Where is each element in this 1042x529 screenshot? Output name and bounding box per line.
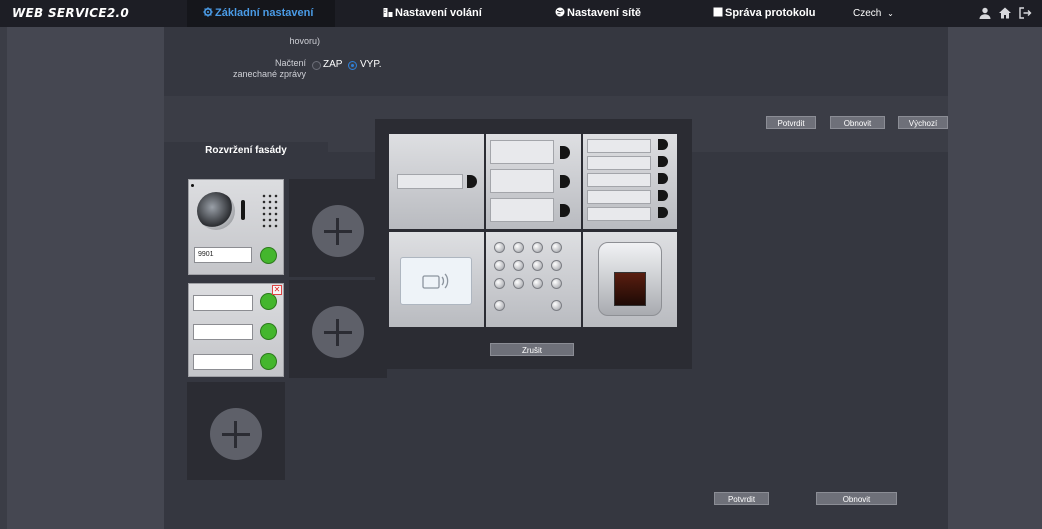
keypad-key: [494, 260, 505, 271]
button-icon: [560, 204, 570, 217]
name-slot: [587, 190, 651, 204]
keypad-key: [494, 300, 505, 311]
tab-facade-layout[interactable]: Rozvržení fasády: [164, 142, 328, 159]
keypad-key: [494, 278, 505, 289]
rfid-icon: [422, 273, 449, 289]
plus-icon: [210, 408, 262, 460]
keypad-key: [551, 260, 562, 271]
name-slot: [397, 174, 463, 189]
fingerprint-sensor-icon: [614, 272, 646, 306]
button-icon: [560, 146, 570, 159]
name-slot: [587, 156, 651, 170]
refresh-button-bottom[interactable]: Obnovit: [816, 492, 897, 505]
radio-off-label: VYP.: [360, 59, 382, 70]
logout-icon[interactable]: [1018, 6, 1032, 20]
keypad-key: [532, 242, 543, 253]
option-keypad-module[interactable]: [486, 232, 581, 327]
nav-label: Nastavení sítě: [567, 7, 641, 19]
button-icon: [467, 175, 477, 188]
name-slot: [587, 207, 651, 221]
indicator-dot: [191, 184, 194, 187]
cancel-button[interactable]: Zrušit: [490, 343, 574, 356]
refresh-button-top[interactable]: Obnovit: [830, 116, 885, 129]
nav-label: Nastavení volání: [395, 7, 482, 19]
message-playback-label: Načtení zanechané zprávy: [232, 58, 306, 79]
button-icon: [658, 173, 668, 184]
confirm-button-top[interactable]: Potvrdit: [766, 116, 816, 129]
nav-basic-settings[interactable]: Základní nastavení: [203, 0, 313, 27]
keypad-key: [494, 242, 505, 253]
keypad-key: [513, 242, 524, 253]
option-three-button-module[interactable]: [486, 134, 581, 229]
plus-icon: [312, 306, 364, 358]
building-icon: [383, 8, 393, 17]
button-icon: [658, 207, 668, 218]
default-button-top[interactable]: Výchozí: [898, 116, 948, 129]
call-button-led-3[interactable]: [260, 353, 277, 370]
module-picker-popup: Zrušit: [375, 119, 692, 369]
keypad-key: [551, 300, 562, 311]
option-single-button-module[interactable]: [389, 134, 484, 229]
keypad-key: [551, 242, 562, 253]
close-icon[interactable]: ✕: [272, 285, 282, 295]
name-slot: [490, 198, 554, 222]
add-module-tile-2[interactable]: [289, 280, 387, 378]
truncated-label: hovoru): [289, 36, 320, 46]
camera-lens-icon: [197, 192, 235, 230]
nav-network-settings[interactable]: Nastavení sítě: [555, 0, 641, 27]
nav-protocol-management[interactable]: Správa protokolu: [713, 0, 815, 27]
name-slot: [490, 169, 554, 193]
document-icon: [713, 7, 723, 17]
radio-on-label: ZAP: [323, 59, 343, 70]
app-logo: WEB SERVICE2.0: [12, 6, 130, 20]
room-number-field[interactable]: 9901: [194, 247, 252, 263]
confirm-button-bottom[interactable]: Potvrdit: [714, 492, 769, 505]
name-slot: [490, 140, 554, 164]
radio-off[interactable]: [348, 61, 357, 70]
globe-icon: [555, 7, 565, 17]
keypad-key: [551, 278, 562, 289]
left-gutter: [7, 27, 164, 529]
nav-label: Správa protokolu: [725, 7, 816, 19]
keypad-key: [513, 278, 524, 289]
add-module-tile-1[interactable]: [289, 179, 387, 277]
camera-slot: [241, 200, 245, 220]
keypad-key: [532, 278, 543, 289]
nav-label: Základní nastavení: [215, 7, 314, 19]
top-navigation-bar: WEB SERVICE2.0 Základní nastavení Nastav…: [0, 0, 1042, 27]
option-five-button-module[interactable]: [583, 134, 677, 229]
gear-icon: [203, 7, 213, 17]
call-button-led-1[interactable]: [260, 293, 277, 310]
plus-icon: [312, 205, 364, 257]
button-module[interactable]: [188, 283, 284, 377]
call-button-led-2[interactable]: [260, 323, 277, 340]
add-module-tile-3[interactable]: [187, 382, 285, 480]
settings-panel: hovoru) Načtení zanechané zprávy ZAP VYP…: [164, 27, 948, 96]
right-gutter: [948, 27, 1042, 529]
keypad-key: [532, 260, 543, 271]
name-slot-1[interactable]: [193, 295, 253, 311]
button-icon: [658, 139, 668, 150]
language-select[interactable]: Czech ⌄: [853, 0, 894, 27]
option-card-reader-module[interactable]: [389, 232, 484, 327]
name-slot-2[interactable]: [193, 324, 253, 340]
name-slot-3[interactable]: [193, 354, 253, 370]
home-icon[interactable]: [998, 6, 1012, 20]
speaker-grille-icon: [261, 193, 279, 229]
name-slot: [587, 173, 651, 187]
call-button-led[interactable]: [260, 247, 277, 264]
nav-call-settings[interactable]: Nastavení volání: [383, 0, 482, 27]
button-icon: [658, 190, 668, 201]
button-icon: [560, 175, 570, 188]
chevron-down-icon: ⌄: [887, 9, 894, 18]
keypad-key: [513, 260, 524, 271]
camera-module[interactable]: 9901: [188, 179, 284, 275]
option-fingerprint-module[interactable]: [583, 232, 677, 327]
user-icon[interactable]: [978, 6, 992, 20]
name-slot: [587, 139, 651, 153]
button-icon: [658, 156, 668, 167]
language-value: Czech: [853, 8, 882, 19]
radio-on[interactable]: [312, 61, 321, 70]
